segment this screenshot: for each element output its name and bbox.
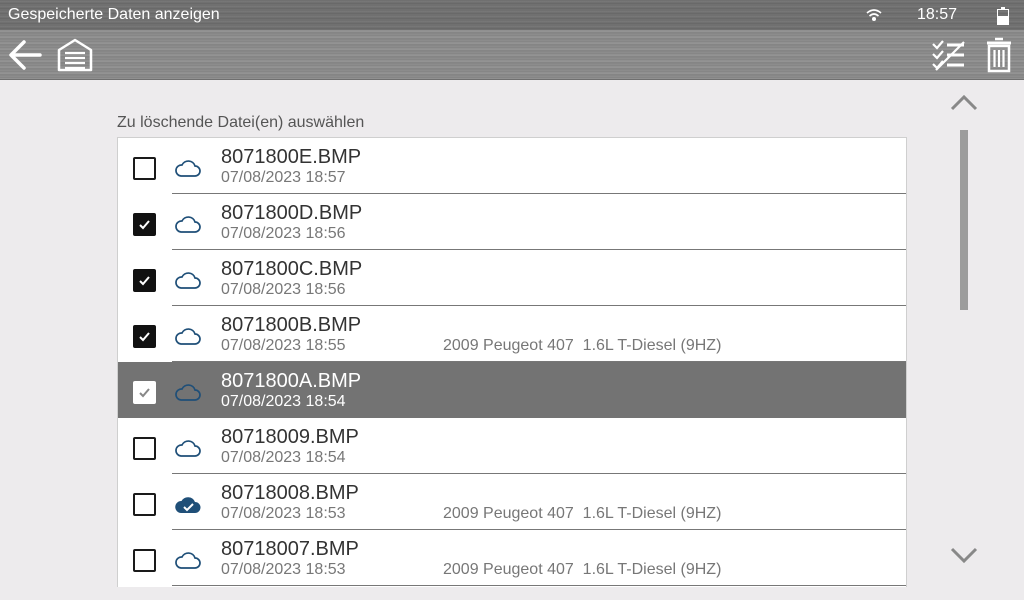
file-date: 07/08/2023 18:54	[221, 449, 346, 466]
instruction-label: Zu löschende Datei(en) auswählen	[117, 114, 365, 131]
file-name: 8071800C.BMP	[221, 258, 363, 280]
scrollbar[interactable]	[960, 130, 968, 530]
file-name: 8071800B.BMP	[221, 314, 362, 336]
battery-icon	[997, 7, 1009, 30]
file-checkbox[interactable]	[133, 549, 156, 572]
cloud-outline-icon	[174, 437, 202, 464]
trash-icon[interactable]	[985, 37, 1013, 78]
clock: 18:57	[917, 6, 958, 23]
wifi-icon	[866, 8, 882, 27]
scroll-thumb[interactable]	[960, 130, 968, 310]
file-row[interactable]: 8071800B.BMP 07/08/2023 18:55 2009 Peugeot…	[118, 306, 906, 362]
file-row[interactable]: 8071800C.BMP 07/08/2023 18:56	[118, 250, 906, 306]
file-date: 07/08/2023 18:56	[221, 281, 346, 298]
row-divider	[172, 585, 906, 586]
file-name: 8071800A.BMP	[221, 370, 362, 392]
cloud-outline-icon	[174, 213, 202, 240]
file-row[interactable]: 80718009.BMP 07/08/2023 18:54	[118, 418, 906, 474]
file-date: 07/08/2023 18:53	[221, 505, 346, 522]
file-checkbox[interactable]	[133, 157, 156, 180]
cloud-outline-icon	[174, 269, 202, 296]
select-all-icon[interactable]	[930, 38, 966, 77]
file-row[interactable]: 80718007.BMP 07/08/2023 18:53 2009 Peugeot…	[118, 530, 906, 586]
file-date: 07/08/2023 18:53	[221, 561, 346, 578]
file-checkbox[interactable]	[133, 493, 156, 516]
cloud-outline-icon	[174, 381, 202, 408]
file-checkbox[interactable]	[133, 381, 156, 404]
toolbar	[0, 30, 1024, 80]
file-date: 07/08/2023 18:55	[221, 337, 346, 354]
chevron-up-icon[interactable]	[949, 93, 979, 118]
file-checkbox[interactable]	[133, 213, 156, 236]
garage-home-icon[interactable]	[57, 38, 93, 77]
status-bar: Gespeicherte Daten anzeigen 18:57	[0, 0, 1024, 30]
file-name: 80718007.BMP	[221, 538, 359, 560]
cloud-outline-icon	[174, 549, 202, 576]
file-row[interactable]: 8071800D.BMP 07/08/2023 18:56	[118, 194, 906, 250]
file-row[interactable]: 8071800E.BMP 07/08/2023 18:57	[118, 138, 906, 194]
file-row[interactable]: 80718008.BMP 07/08/2023 18:53 2009 Peugeot…	[118, 474, 906, 530]
file-name: 8071800E.BMP	[221, 146, 362, 168]
file-list: 8071800E.BMP 07/08/2023 18:57 8071800D.BMP…	[117, 137, 907, 587]
file-checkbox[interactable]	[133, 269, 156, 292]
file-vehicle: 2009 Peugeot 407 1.6L T-Diesel (9HZ)	[443, 505, 722, 522]
file-date: 07/08/2023 18:54	[221, 393, 346, 410]
file-checkbox[interactable]	[133, 325, 156, 348]
back-arrow-icon[interactable]	[8, 39, 42, 76]
file-checkbox[interactable]	[133, 437, 156, 460]
file-row[interactable]: 8071800A.BMP 07/08/2023 18:54	[118, 362, 906, 418]
file-name: 8071800D.BMP	[221, 202, 363, 224]
chevron-down-icon[interactable]	[949, 545, 979, 570]
file-date: 07/08/2023 18:57	[221, 169, 346, 186]
cloud-uploaded-icon	[174, 493, 202, 520]
cloud-outline-icon	[174, 325, 202, 352]
file-name: 80718008.BMP	[221, 482, 359, 504]
file-name: 80718009.BMP	[221, 426, 359, 448]
file-vehicle: 2009 Peugeot 407 1.6L T-Diesel (9HZ)	[443, 561, 722, 578]
file-date: 07/08/2023 18:56	[221, 225, 346, 242]
cloud-outline-icon	[174, 157, 202, 184]
app-title: Gespeicherte Daten anzeigen	[8, 6, 220, 23]
file-vehicle: 2009 Peugeot 407 1.6L T-Diesel (9HZ)	[443, 337, 722, 354]
